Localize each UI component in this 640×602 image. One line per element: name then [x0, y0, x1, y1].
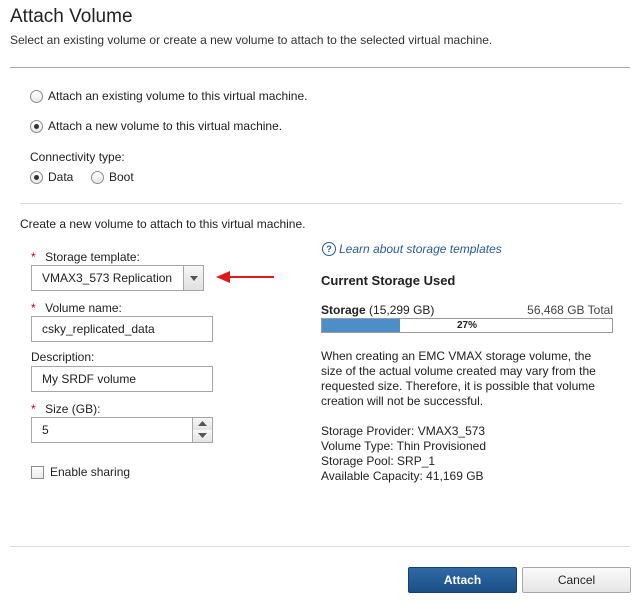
- attach-button[interactable]: Attach: [408, 567, 517, 593]
- storage-note: When creating an EMC VMAX storage volume…: [321, 349, 596, 409]
- storage-usage-bar: 27%: [321, 318, 613, 333]
- storage-provider: Storage Provider: VMAX3_573: [321, 424, 486, 438]
- radio-label-boot: Boot: [109, 170, 134, 184]
- create-section-heading: Create a new volume to attach to this vi…: [20, 217, 306, 231]
- storage-template-select[interactable]: VMAX3_573 Replication: [31, 265, 204, 291]
- radio-label-new: Attach a new volume to this virtual mach…: [48, 119, 283, 133]
- volume-type: Volume Type: Thin Provisioned: [321, 439, 486, 453]
- volume-name-label-row: * Volume name:: [31, 299, 122, 317]
- size-label: Size (GB):: [45, 402, 101, 416]
- storage-template-value: VMAX3_573 Replication: [42, 271, 173, 285]
- radio-connectivity-data[interactable]: Data: [30, 170, 80, 186]
- enable-sharing-checkbox[interactable]: [31, 466, 44, 479]
- size-stepper[interactable]: 5: [31, 417, 213, 443]
- connectivity-type-label: Connectivity type:: [30, 150, 125, 164]
- help-icon[interactable]: ?: [322, 242, 336, 256]
- dialog-title: Attach Volume: [10, 6, 133, 27]
- volume-name-label: Volume name:: [45, 301, 122, 315]
- storage-pool: Storage Pool: SRP_1: [321, 454, 436, 468]
- radio-button-data[interactable]: [30, 171, 43, 184]
- radio-button-boot[interactable]: [91, 171, 104, 184]
- cancel-button[interactable]: Cancel: [522, 567, 631, 593]
- radio-button-existing[interactable]: [30, 90, 43, 103]
- stepper-down-button[interactable]: [192, 430, 212, 442]
- learn-storage-templates-link[interactable]: Learn about storage templates: [339, 242, 502, 256]
- radio-attach-existing[interactable]: Attach an existing volume to this virtua…: [30, 89, 350, 105]
- volume-name-value: csky_replicated_data: [42, 322, 155, 336]
- red-arrow-annotation: [216, 271, 274, 283]
- required-marker: *: [31, 301, 36, 315]
- storage-used-amount: (15,299 GB): [369, 303, 435, 317]
- radio-connectivity-boot[interactable]: Boot: [91, 170, 141, 186]
- radio-label-existing: Attach an existing volume to this virtua…: [48, 89, 308, 103]
- size-value: 5: [42, 423, 49, 437]
- arrow-down-icon: [198, 433, 207, 438]
- storage-note-line: creation will not be successful.: [321, 394, 484, 408]
- footer-divider: [10, 546, 630, 547]
- enable-sharing-label: Enable sharing: [50, 465, 131, 479]
- storage-total: 56,468 GB Total: [527, 303, 613, 317]
- storage-note-line: When creating an EMC VMAX storage volume…: [321, 349, 592, 363]
- arrow-up-icon: [198, 421, 207, 426]
- description-input[interactable]: My SRDF volume: [31, 366, 213, 392]
- storage-template-label: Storage template:: [45, 250, 140, 264]
- required-marker: *: [31, 402, 36, 416]
- dropdown-button[interactable]: [183, 266, 203, 290]
- storage-label-bold: Storage: [321, 303, 366, 317]
- radio-attach-new[interactable]: Attach a new volume to this virtual mach…: [30, 119, 350, 135]
- description-label: Description:: [31, 350, 95, 364]
- storage-usage-percent: 27%: [456, 320, 477, 331]
- size-label-row: * Size (GB):: [31, 400, 100, 418]
- storage-template-label-row: * Storage template:: [31, 248, 140, 266]
- header-divider: [10, 67, 630, 68]
- chevron-down-icon: [190, 276, 198, 281]
- storage-used-label: Storage (15,299 GB): [321, 303, 434, 317]
- current-storage-heading: Current Storage Used: [321, 273, 456, 288]
- required-marker: *: [31, 250, 36, 264]
- storage-details: Storage Provider: VMAX3_573 Volume Type:…: [321, 424, 486, 484]
- description-value: My SRDF volume: [42, 372, 137, 386]
- section-divider: [20, 203, 622, 204]
- storage-note-line: requested size. Therefore, it is possibl…: [321, 379, 595, 393]
- radio-button-new[interactable]: [30, 120, 43, 133]
- enable-sharing-checkbox-row[interactable]: Enable sharing: [31, 465, 151, 481]
- radio-label-data: Data: [48, 170, 74, 184]
- volume-name-input[interactable]: csky_replicated_data: [31, 316, 213, 342]
- dialog-subtitle: Select an existing volume or create a ne…: [10, 33, 493, 47]
- available-capacity: Available Capacity: 41,169 GB: [321, 469, 484, 483]
- storage-note-line: size of the actual volume created may va…: [321, 364, 596, 378]
